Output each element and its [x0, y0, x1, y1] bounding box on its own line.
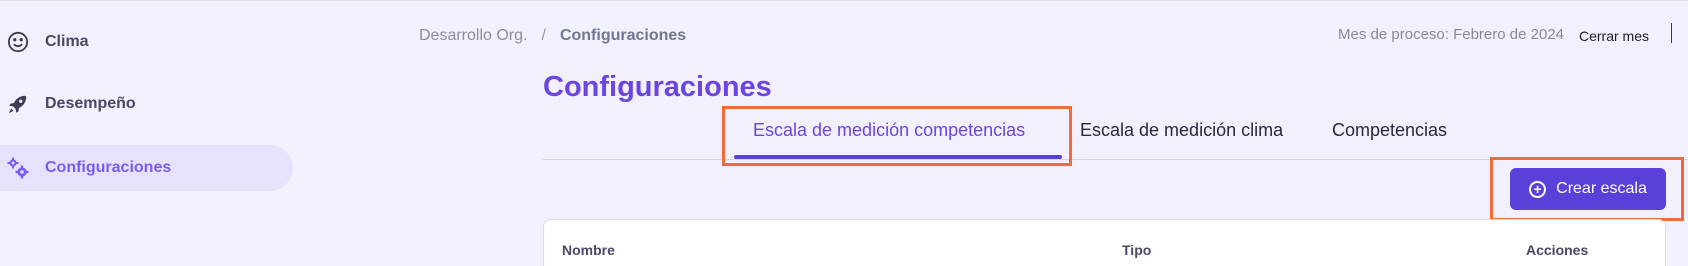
- column-header-nombre[interactable]: Nombre: [562, 242, 615, 258]
- plus-circle-icon: +: [1529, 180, 1547, 198]
- header-divider: [1671, 23, 1672, 43]
- rocket-icon: [6, 92, 30, 116]
- close-month-button[interactable]: Cerrar mes: [1579, 28, 1649, 44]
- breadcrumb-parent[interactable]: Desarrollo Org.: [419, 27, 527, 45]
- sidebar-item-label: Desempeño: [45, 95, 136, 112]
- tab-competencias[interactable]: Competencias: [1332, 120, 1447, 141]
- sidebar-item-desempeno[interactable]: Desempeño: [0, 81, 293, 127]
- scales-table: Nombre Tipo Acciones: [543, 219, 1666, 266]
- sidebar-item-configuraciones[interactable]: Configuraciones: [0, 145, 293, 191]
- create-scale-label: Crear escala: [1556, 180, 1647, 197]
- highlight-box-tab: [722, 106, 1072, 166]
- sidebar-item-label: Clima: [45, 33, 89, 50]
- breadcrumb-current: Configuraciones: [559, 27, 687, 44]
- sidebar: Clima Desempeño Configuraciones: [0, 1, 300, 266]
- column-header-tipo[interactable]: Tipo: [1122, 242, 1151, 258]
- tab-escala-clima[interactable]: Escala de medición clima: [1080, 120, 1283, 141]
- column-header-acciones: Acciones: [1526, 242, 1589, 258]
- sidebar-item-clima[interactable]: Clima: [0, 19, 293, 65]
- create-scale-button[interactable]: + Crear escala: [1510, 168, 1666, 210]
- breadcrumb-separator: /: [541, 27, 546, 44]
- breadcrumb: Desarrollo Org. / Configuraciones: [419, 27, 686, 45]
- smile-icon: [6, 30, 30, 54]
- sidebar-item-label: Configuraciones: [45, 159, 172, 176]
- page-title: Configuraciones: [543, 71, 772, 103]
- gears-icon: [6, 156, 30, 180]
- process-month-label: Mes de proceso: Febrero de 2024: [1338, 26, 1564, 43]
